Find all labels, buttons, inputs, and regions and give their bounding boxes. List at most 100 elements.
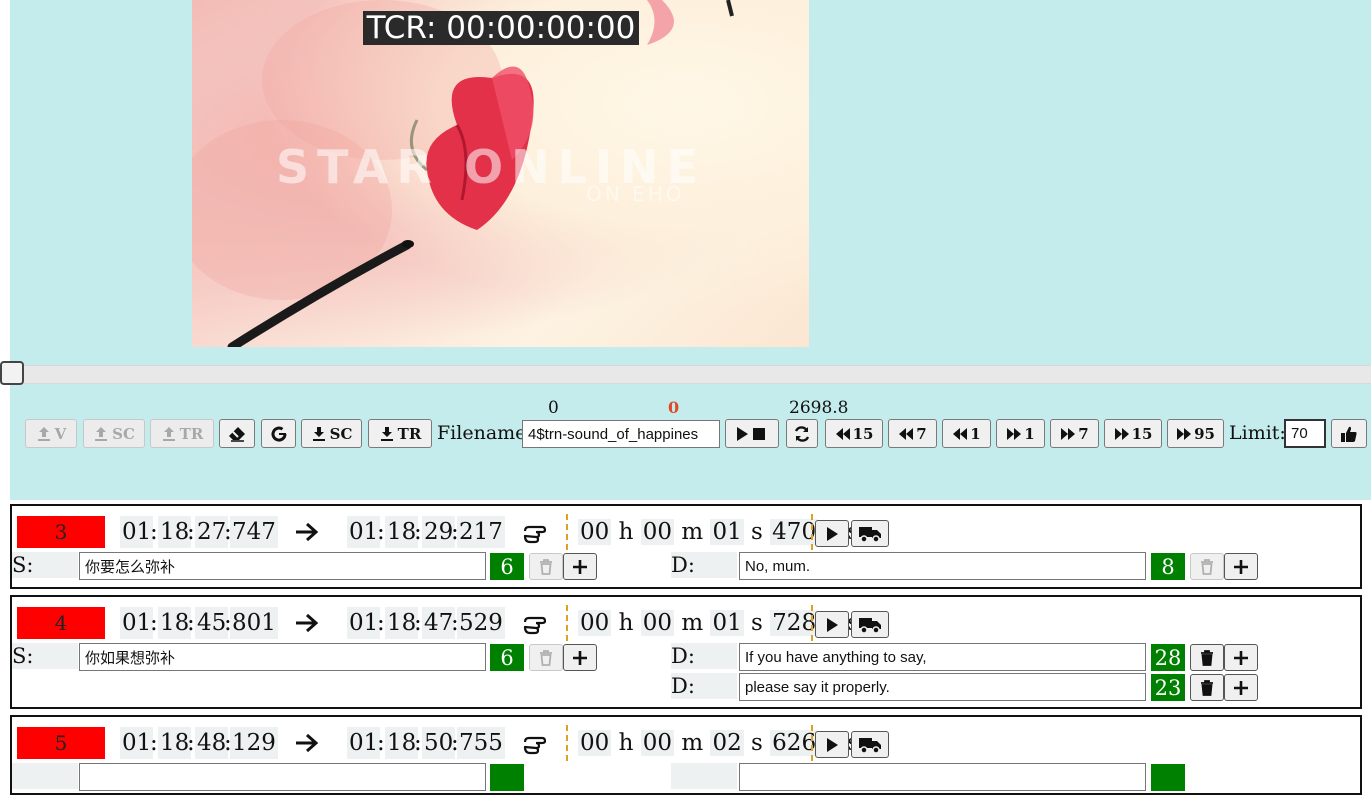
add-dest-button[interactable] xyxy=(1224,644,1258,671)
separator: : xyxy=(414,610,422,636)
divider xyxy=(566,605,568,641)
source-text-input[interactable]: 你如果想弥补 xyxy=(79,643,486,671)
end-milliseconds[interactable]: 217 xyxy=(457,516,505,548)
rewind-7-button[interactable]: 7 xyxy=(888,419,937,448)
upload-icon xyxy=(95,426,108,441)
start-hours[interactable]: 01 xyxy=(120,727,154,759)
hand-pointer-icon[interactable] xyxy=(522,730,548,756)
send-segment-button[interactable] xyxy=(851,731,889,758)
limit-input[interactable]: 70 xyxy=(1284,419,1326,448)
dest-text-input[interactable]: please say it properly. xyxy=(739,673,1146,701)
upload-tr-button[interactable]: TR xyxy=(150,419,214,448)
end-hours[interactable]: 01 xyxy=(347,607,381,639)
backward-icon xyxy=(953,427,968,440)
delete-source-button[interactable] xyxy=(529,553,563,580)
dest-label: D: xyxy=(671,643,737,669)
divider xyxy=(811,725,813,761)
delete-dest-button[interactable] xyxy=(1190,644,1224,671)
plus-icon xyxy=(573,650,587,665)
hand-pointer-icon[interactable] xyxy=(522,610,548,636)
delete-dest-button[interactable] xyxy=(1190,674,1224,701)
filename-input[interactable]: 4$trn-sound_of_happines xyxy=(522,420,720,448)
segment-number: 3 xyxy=(17,516,105,548)
segment-card: 5 01 : 18 : 48 : 129 01 : 18 : 50 : 755 … xyxy=(10,715,1362,795)
trash-icon xyxy=(1201,558,1213,575)
send-segment-button[interactable] xyxy=(851,520,889,547)
separator: : xyxy=(414,730,422,756)
upload-video-button[interactable]: V xyxy=(25,419,77,448)
rewind-15-button[interactable]: 15 xyxy=(825,419,883,448)
backward-icon xyxy=(899,427,914,440)
separator: : xyxy=(150,519,158,545)
play-segment-button[interactable] xyxy=(815,731,849,758)
upload-sc-button[interactable]: SC xyxy=(83,419,145,448)
separator: : xyxy=(377,610,385,636)
add-source-button[interactable] xyxy=(563,644,597,671)
dest-label xyxy=(671,763,737,789)
plus-icon xyxy=(1234,650,1248,665)
start-hours[interactable]: 01 xyxy=(120,607,154,639)
reload-button[interactable] xyxy=(786,419,818,448)
forward-15-button[interactable]: 15 xyxy=(1104,419,1162,448)
add-source-button[interactable] xyxy=(563,553,597,580)
clear-button[interactable] xyxy=(219,419,255,448)
play-stop-button[interactable] xyxy=(725,419,779,448)
separator: : xyxy=(414,519,422,545)
start-hours[interactable]: 01 xyxy=(120,516,154,548)
timeline-slider-thumb[interactable] xyxy=(0,361,24,385)
play-icon xyxy=(827,526,838,541)
end-milliseconds[interactable]: 755 xyxy=(457,727,505,759)
truck-icon xyxy=(859,526,881,543)
forward-icon xyxy=(1177,427,1192,440)
separator: : xyxy=(187,730,195,756)
plus-icon xyxy=(573,559,587,574)
add-dest-button[interactable] xyxy=(1224,553,1258,580)
dest-label: D: xyxy=(671,552,737,578)
end-milliseconds[interactable]: 529 xyxy=(457,607,505,639)
start-milliseconds[interactable]: 747 xyxy=(230,516,278,548)
play-segment-button[interactable] xyxy=(815,520,849,547)
player-panel: STAR ONLINE ON EHO TCR: 00:00:00:00 0 0 … xyxy=(10,0,1371,500)
add-dest-button[interactable] xyxy=(1224,674,1258,701)
truck-icon xyxy=(859,617,881,634)
apply-limit-button[interactable] xyxy=(1331,419,1367,448)
google-translate-button[interactable] xyxy=(261,419,296,448)
eraser-icon xyxy=(229,426,245,442)
delete-dest-button[interactable] xyxy=(1190,553,1224,580)
separator: : xyxy=(150,610,158,636)
truck-icon xyxy=(859,737,881,754)
forward-1-button[interactable]: 1 xyxy=(996,419,1045,448)
segment-number: 5 xyxy=(17,727,105,759)
delete-source-button[interactable] xyxy=(529,644,563,671)
forward-95-button[interactable]: 95 xyxy=(1167,419,1224,448)
dest-text-input[interactable]: If you have anything to say, xyxy=(739,643,1146,671)
dest-text-input[interactable]: No, mum. xyxy=(739,552,1146,580)
timeline-slider[interactable] xyxy=(0,365,1371,384)
segment-card: 3 01 : 18 : 27 : 747 01 : 18 : 29 : 217 … xyxy=(10,504,1362,589)
start-milliseconds[interactable]: 129 xyxy=(230,727,278,759)
forward-7-button[interactable]: 7 xyxy=(1050,419,1099,448)
timecode-overlay: TCR: 00:00:00:00 xyxy=(363,11,639,45)
filename-label: Filename: xyxy=(437,422,533,444)
video-frame[interactable]: STAR ONLINE ON EHO TCR: 00:00:00:00 xyxy=(192,0,809,347)
start-milliseconds[interactable]: 801 xyxy=(230,607,278,639)
upload-icon xyxy=(37,426,50,441)
dest-char-count xyxy=(1151,764,1185,791)
source-text-input[interactable]: 你要怎么弥补 xyxy=(79,552,486,580)
divider xyxy=(566,725,568,761)
position-end: 2698.8 xyxy=(789,398,849,418)
source-text-input[interactable] xyxy=(79,763,486,791)
dest-text-input[interactable] xyxy=(739,763,1146,791)
source-label: S: xyxy=(12,643,78,669)
download-tr-button[interactable]: TR xyxy=(368,419,432,448)
separator: : xyxy=(187,519,195,545)
download-icon xyxy=(312,426,325,441)
rewind-1-button[interactable]: 1 xyxy=(942,419,991,448)
end-hours[interactable]: 01 xyxy=(347,516,381,548)
send-segment-button[interactable] xyxy=(851,611,889,638)
end-hours[interactable]: 01 xyxy=(347,727,381,759)
hand-pointer-icon[interactable] xyxy=(522,519,548,545)
download-sc-button[interactable]: SC xyxy=(301,419,362,448)
play-segment-button[interactable] xyxy=(815,611,849,638)
segment-card: 4 01 : 18 : 45 : 801 01 : 18 : 47 : 529 … xyxy=(10,595,1362,709)
